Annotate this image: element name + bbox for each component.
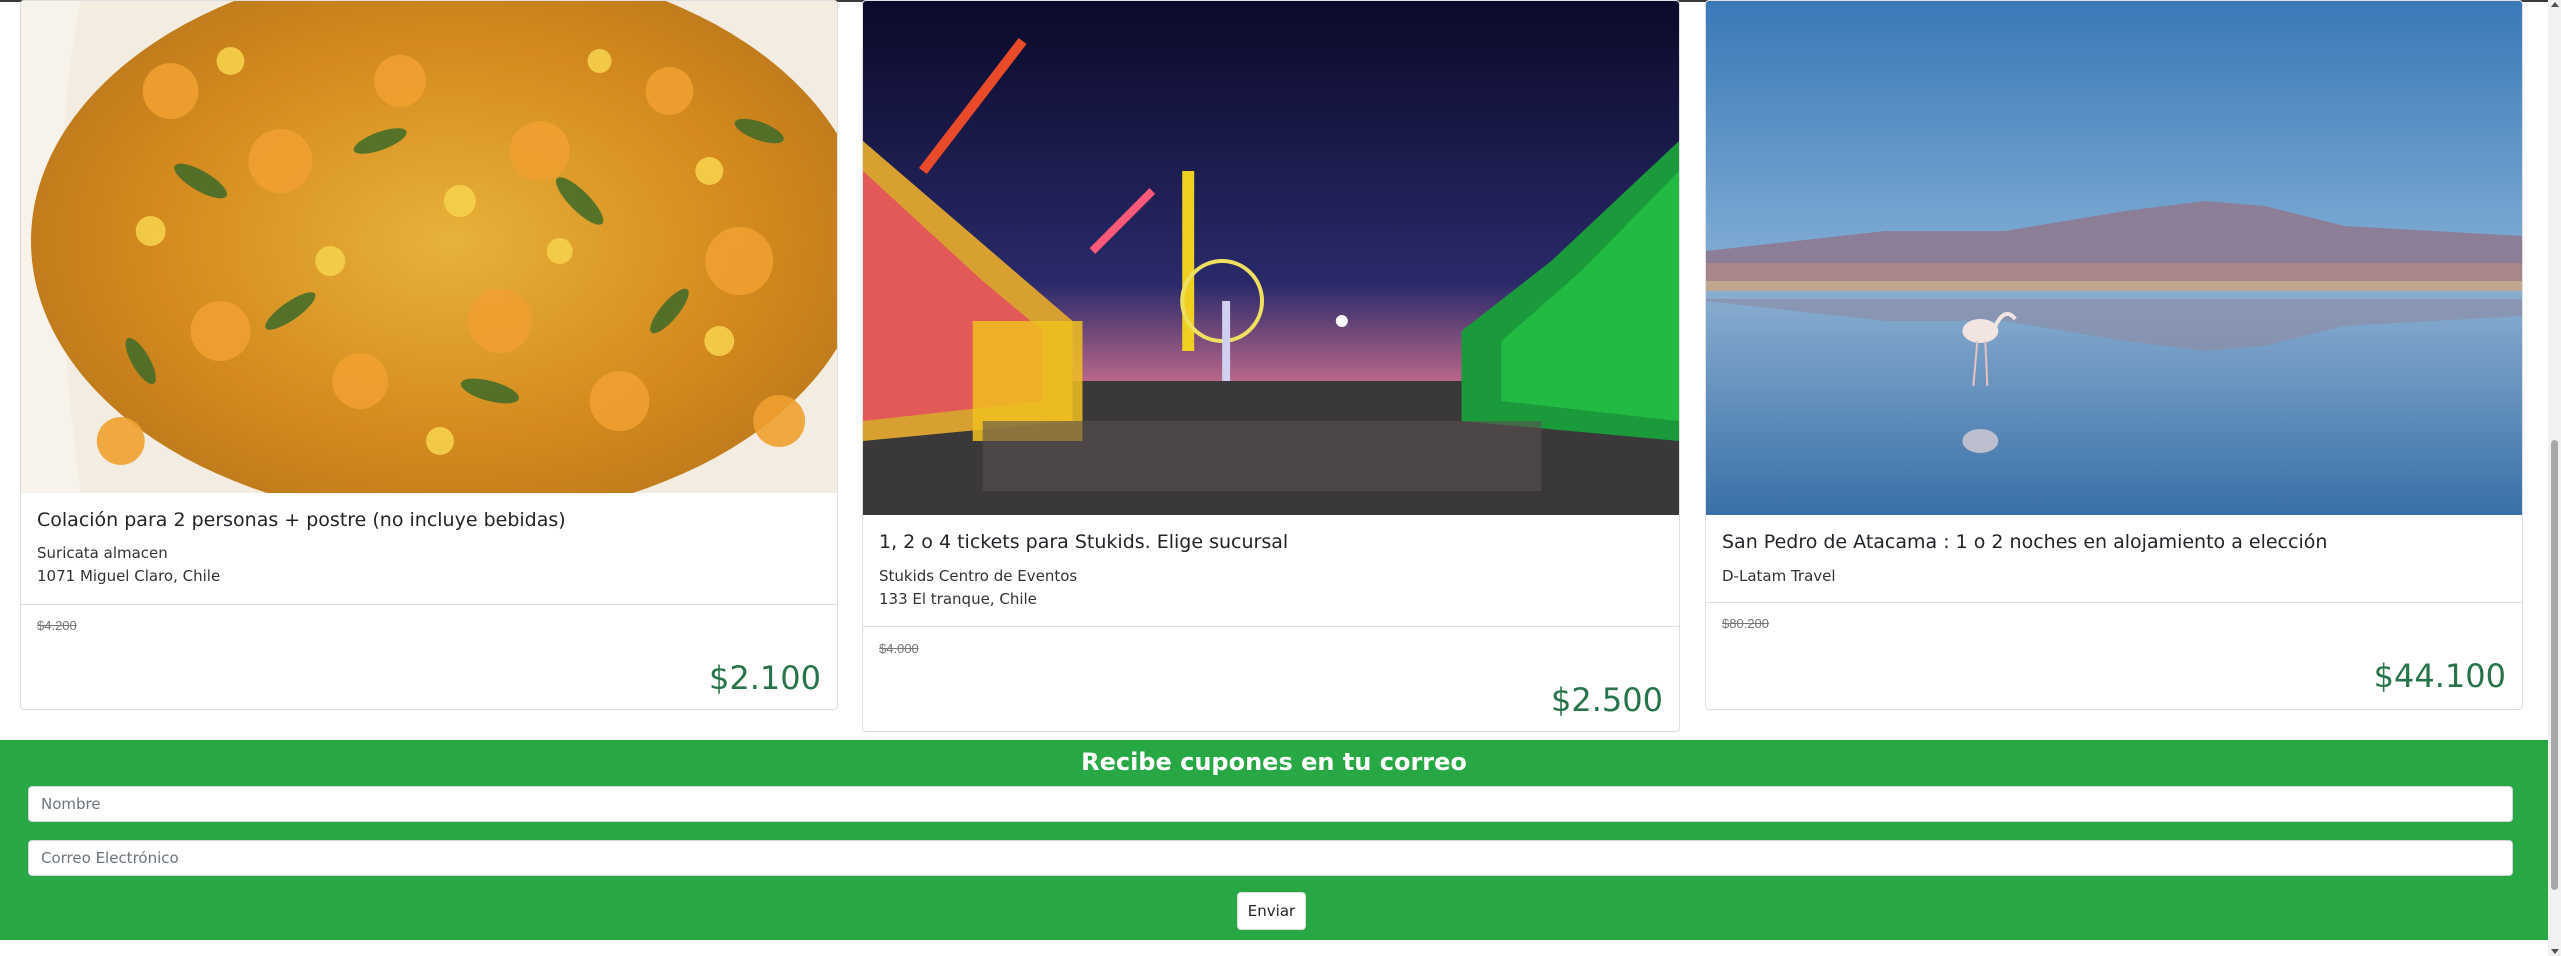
discount-price: $44.100 <box>2373 657 2506 695</box>
card-divider <box>1706 602 2522 603</box>
food-dish-image[interactable] <box>21 1 837 493</box>
email-field[interactable] <box>28 840 2513 876</box>
scrollbar-thumb[interactable] <box>2551 440 2558 890</box>
name-field[interactable] <box>28 786 2513 822</box>
discount-price: $2.500 <box>1551 681 1663 719</box>
amusement-park-image[interactable] <box>863 1 1679 515</box>
deal-title[interactable]: 1, 2 o 4 tickets para Stukids. Elige suc… <box>879 531 1663 553</box>
merchant-address: 1071 Miguel Claro, Chile <box>37 567 221 585</box>
merchant-address: 133 El tranque, Chile <box>879 590 1037 608</box>
merchant-name: Suricata almacen <box>37 544 168 562</box>
newsletter-section: Recibe cupones en tu correo Enviar <box>0 740 2548 940</box>
card-divider <box>863 626 1679 627</box>
original-price: $4.000 <box>879 641 919 656</box>
deal-card[interactable]: San Pedro de Atacama : 1 o 2 noches en a… <box>1705 0 2523 710</box>
original-price: $4.200 <box>37 618 77 633</box>
page-bottom <box>0 940 2548 956</box>
deal-title[interactable]: Colación para 2 personas + postre (no in… <box>37 509 821 531</box>
deal-title[interactable]: San Pedro de Atacama : 1 o 2 noches en a… <box>1722 531 2506 553</box>
card-divider <box>21 604 837 605</box>
discount-price: $2.100 <box>709 659 821 697</box>
deal-card[interactable]: 1, 2 o 4 tickets para Stukids. Elige suc… <box>862 0 1680 732</box>
merchant-name: Stukids Centro de Eventos <box>879 567 1078 585</box>
scroll-up-icon[interactable] <box>2551 2 2559 7</box>
scroll-down-icon[interactable] <box>2551 949 2559 954</box>
deal-card[interactable]: Colación para 2 personas + postre (no in… <box>20 0 838 710</box>
original-price: $80.200 <box>1722 616 1769 631</box>
flamingo-lake-image[interactable] <box>1706 1 2522 515</box>
submit-button[interactable]: Enviar <box>1237 892 1306 930</box>
newsletter-title: Recibe cupones en tu correo <box>1081 748 1467 776</box>
vertical-scrollbar[interactable] <box>2548 0 2561 956</box>
merchant-name: D-Latam Travel <box>1722 567 1836 585</box>
